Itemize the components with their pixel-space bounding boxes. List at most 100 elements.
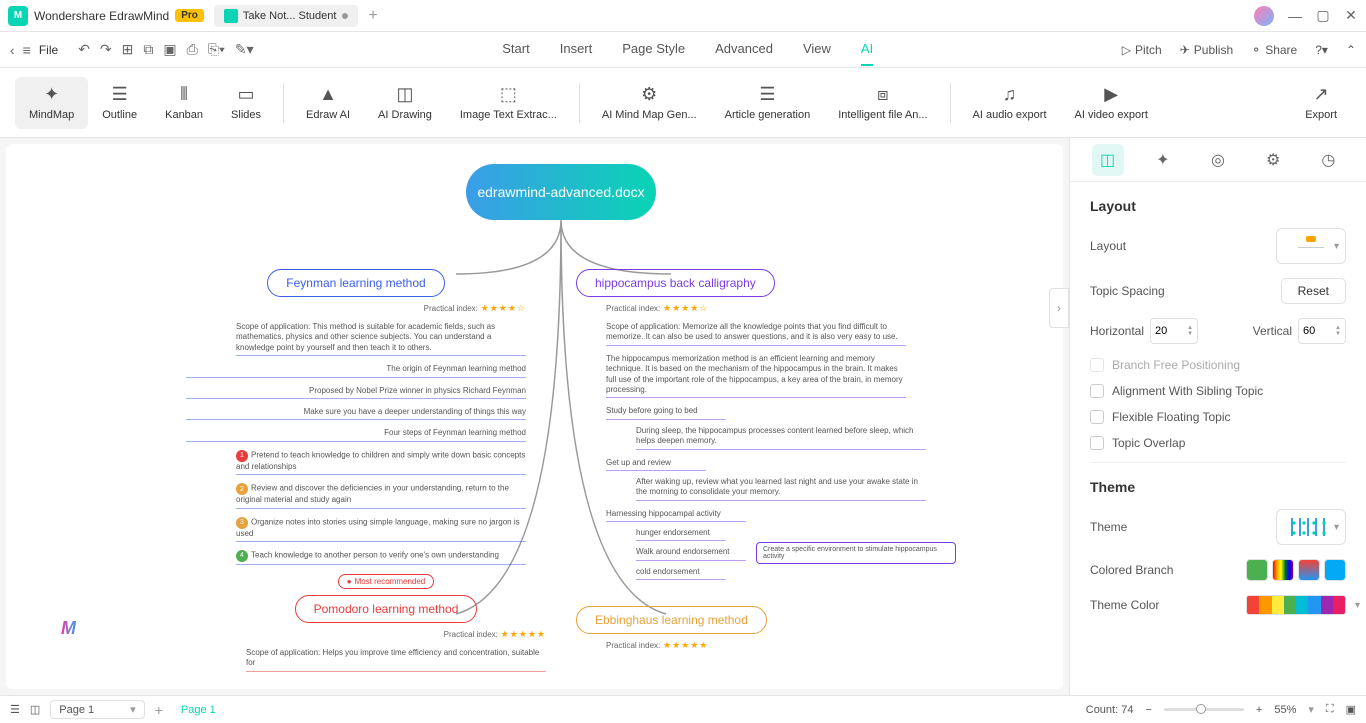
edit-icon[interactable]: ✎▾: [235, 41, 254, 58]
redo-icon[interactable]: ↷: [100, 41, 112, 58]
ribbon-image-text[interactable]: ⬚Image Text Extrac...: [446, 77, 571, 129]
fit-window-icon[interactable]: ▣: [1346, 703, 1356, 716]
node-feynman-steps[interactable]: Four steps of Feynman learning method: [186, 426, 526, 441]
ribbon-video-export[interactable]: ▶AI video export: [1061, 77, 1162, 129]
add-page-button[interactable]: +: [155, 702, 163, 718]
ribbon-ai-drawing[interactable]: ◫AI Drawing: [364, 77, 446, 129]
outline-toggle-icon[interactable]: ☰: [10, 703, 20, 716]
node-hippo-getup-d[interactable]: After waking up, review what you learned…: [636, 475, 926, 501]
help-icon[interactable]: ?▾: [1315, 43, 1328, 57]
ribbon-export[interactable]: ↗Export: [1291, 77, 1351, 129]
tab-ai[interactable]: AI: [861, 33, 873, 66]
vertical-input[interactable]: [1303, 325, 1327, 337]
node-feynman-s1[interactable]: 1Pretend to teach knowledge to children …: [236, 448, 526, 475]
page-tab-1[interactable]: Page 1: [173, 704, 224, 716]
node-hippo-study-d[interactable]: During sleep, the hippocampus processes …: [636, 424, 926, 450]
chk-flexible[interactable]: [1090, 410, 1104, 424]
page-select[interactable]: Page 1▾: [50, 700, 144, 719]
side-tab-settings[interactable]: ⚙: [1257, 144, 1289, 176]
sidebar-collapse-button[interactable]: ›: [1049, 288, 1069, 328]
document-tab[interactable]: Take Not... Student: [214, 5, 359, 27]
tab-advanced[interactable]: Advanced: [715, 33, 773, 66]
color-opt-blue[interactable]: [1324, 559, 1346, 581]
node-ebbing[interactable]: Ebbinghaus learning method: [576, 606, 767, 634]
color-opt-mix[interactable]: [1298, 559, 1320, 581]
maximize-button[interactable]: ▢: [1316, 9, 1330, 23]
horizontal-stepper[interactable]: ▲▼: [1150, 318, 1198, 344]
node-hippo-note[interactable]: Create a specific environment to stimula…: [756, 542, 956, 564]
publish-button[interactable]: ✈Publish: [1180, 43, 1233, 57]
node-feynman-s4[interactable]: 4Teach knowledge to another person to ve…: [236, 548, 526, 565]
add-topic-icon[interactable]: ⊞: [122, 41, 134, 58]
share-button[interactable]: ⚬Share: [1251, 43, 1297, 57]
tab-add-button[interactable]: +: [368, 7, 377, 25]
node-hippo-h1[interactable]: hunger endorsement: [636, 526, 726, 541]
side-tab-style[interactable]: ✦: [1147, 144, 1179, 176]
node-hippo-study[interactable]: Study before going to bed: [606, 404, 726, 419]
ribbon-audio-export[interactable]: ♫AI audio export: [959, 77, 1061, 129]
node-feynman-s2[interactable]: 2Review and discover the deficiencies in…: [236, 481, 526, 508]
zoom-in-button[interactable]: +: [1256, 704, 1262, 716]
side-tab-location[interactable]: ◎: [1202, 144, 1234, 176]
vertical-stepper[interactable]: ▲▼: [1298, 318, 1346, 344]
horizontal-input[interactable]: [1155, 325, 1179, 337]
add-subtopic-icon[interactable]: ⧉: [143, 41, 153, 58]
node-pomodoro-scope[interactable]: Scope of application: Helps you improve …: [246, 646, 546, 672]
root-node[interactable]: edrawmind-advanced.docx: [466, 164, 656, 220]
ribbon-outline[interactable]: ☰Outline: [88, 77, 151, 129]
node-hippo-h3[interactable]: cold endorsement: [636, 565, 726, 580]
mindmap-canvas[interactable]: edrawmind-advanced.docx Feynman learning…: [6, 144, 1063, 689]
ribbon-slides[interactable]: ▭Slides: [217, 77, 275, 129]
split-view-icon[interactable]: ◫: [30, 703, 40, 716]
zoom-out-button[interactable]: −: [1145, 704, 1151, 716]
ribbon-mindmap[interactable]: ✦MindMap: [15, 77, 88, 129]
tab-view[interactable]: View: [803, 33, 831, 66]
node-hippo-scope[interactable]: Scope of application: Memorize all the k…: [606, 320, 906, 346]
tab-page-style[interactable]: Page Style: [622, 33, 685, 66]
node-feynman-s3[interactable]: 3Organize notes into stories using simpl…: [236, 515, 526, 542]
side-tab-layout[interactable]: ◫: [1092, 144, 1124, 176]
theme-select[interactable]: ▾: [1276, 509, 1346, 545]
ribbon-ai-mindmap[interactable]: ⚙AI Mind Map Gen...: [588, 77, 711, 129]
file-menu[interactable]: File: [39, 43, 58, 57]
chk-overlap[interactable]: [1090, 436, 1104, 450]
ribbon-edraw-ai[interactable]: ▲Edraw AI: [292, 77, 364, 129]
node-feynman-origin[interactable]: The origin of Feynman learning method: [186, 362, 526, 377]
minimize-button[interactable]: —: [1288, 9, 1302, 23]
user-avatar[interactable]: [1254, 6, 1274, 26]
export-dropdown-icon[interactable]: ⎘▾: [208, 41, 225, 58]
color-opt-rainbow[interactable]: [1272, 559, 1294, 581]
node-hippo-getup[interactable]: Get up and review: [606, 456, 706, 471]
side-tab-history[interactable]: ◷: [1312, 144, 1344, 176]
print-icon[interactable]: ⎙: [187, 41, 198, 58]
node-feynman[interactable]: Feynman learning method: [267, 269, 444, 297]
node-pomodoro[interactable]: Pomodoro learning method: [295, 595, 478, 623]
chk-align-sibling[interactable]: [1090, 384, 1104, 398]
fullscreen-icon[interactable]: ⛶: [1326, 703, 1334, 716]
node-feynman-proposed[interactable]: Proposed by Nobel Prize winner in physic…: [186, 384, 526, 399]
ribbon-kanban[interactable]: ⫴Kanban: [151, 77, 217, 129]
tab-insert[interactable]: Insert: [560, 33, 593, 66]
undo-icon[interactable]: ↶: [78, 41, 90, 58]
node-hippo-desc[interactable]: The hippocampus memorization method is a…: [606, 352, 906, 399]
save-icon[interactable]: ▣: [163, 41, 176, 58]
node-hippo-harness[interactable]: Harnessing hippocampal activity: [606, 507, 746, 522]
layout-select[interactable]: ▾: [1276, 228, 1346, 264]
pitch-button[interactable]: ▷Pitch: [1122, 43, 1162, 57]
nav-back-icon[interactable]: ‹: [10, 42, 15, 58]
reset-button[interactable]: Reset: [1281, 278, 1346, 304]
ribbon-article[interactable]: ☰Article generation: [711, 77, 825, 129]
ribbon-file-analysis[interactable]: ⧈Intelligent file An...: [824, 77, 941, 129]
color-opt-green[interactable]: [1246, 559, 1268, 581]
theme-color-select[interactable]: [1246, 595, 1346, 615]
node-hippo-h2[interactable]: Walk around endorsement: [636, 545, 746, 560]
zoom-slider[interactable]: [1164, 708, 1244, 711]
close-button[interactable]: ✕: [1344, 9, 1358, 23]
tab-start[interactable]: Start: [502, 33, 529, 66]
collapse-ribbon-icon[interactable]: ⌃: [1346, 43, 1356, 57]
node-feynman-scope[interactable]: Scope of application: This method is sui…: [236, 320, 526, 356]
app-title: Wondershare EdrawMind: [34, 9, 169, 23]
node-hippo[interactable]: hippocampus back calligraphy: [576, 269, 775, 297]
nav-menu-icon[interactable]: ≡: [23, 42, 31, 58]
node-feynman-makesure[interactable]: Make sure you have a deeper understandin…: [186, 405, 526, 420]
